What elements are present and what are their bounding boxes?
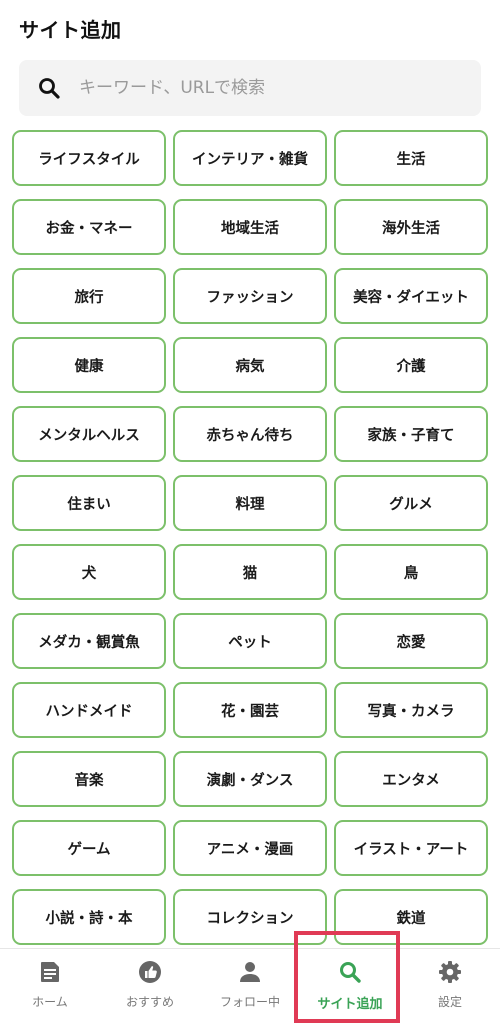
page: サイト追加 ライフスタイルインテリア・雑貨生活お金・マネー地域生活海外生活旅行フ… <box>0 0 500 1026</box>
tab-label: フォロー中 <box>219 995 280 1009</box>
category-button[interactable]: 写真・カメラ <box>334 682 488 738</box>
gear-icon <box>437 959 463 985</box>
category-button[interactable]: お金・マネー <box>12 199 166 255</box>
category-grid: ライフスタイル インテリア・雑貨 生活お金・マネー 地域生活 海外生活旅行 ファッション美… <box>12 130 490 945</box>
category-button[interactable]: 生活 <box>334 130 488 186</box>
category-button[interactable]: アニメ・漫画 <box>173 820 327 876</box>
category-button[interactable]: ゲーム <box>12 820 166 876</box>
category-button[interactable]: 赤ちゃん待ち <box>173 406 327 462</box>
tab-label: ホーム <box>32 995 68 1009</box>
category-button[interactable]: 鉄道 <box>334 889 488 945</box>
category-button[interactable]: ハンドメイド <box>12 682 166 738</box>
category-button[interactable]: ペット <box>173 613 327 669</box>
search-input[interactable] <box>79 78 459 98</box>
category-button[interactable]: インテリア・雑貨 <box>173 130 327 186</box>
tab-label: 設定 <box>437 995 462 1009</box>
category-button[interactable]: 病気 <box>173 337 327 393</box>
category-button[interactable]: 恋愛 <box>334 613 488 669</box>
search-icon <box>19 60 79 116</box>
category-button[interactable]: 花・園芸 <box>173 682 327 738</box>
category-button[interactable]: 料理 <box>173 475 327 531</box>
category-button[interactable]: 音楽 <box>12 751 166 807</box>
search-bar[interactable] <box>19 60 481 116</box>
category-button[interactable]: ファッション <box>173 268 327 324</box>
category-button[interactable]: コレクション <box>173 889 327 945</box>
tab-home[interactable]: ホーム <box>0 949 100 1026</box>
category-button[interactable]: 猫 <box>173 544 327 600</box>
category-button[interactable]: メダカ・観賞魚 <box>12 613 166 669</box>
category-button[interactable]: 地域生活 <box>173 199 327 255</box>
category-button[interactable]: 鳥 <box>334 544 488 600</box>
category-button[interactable]: 小説・詩・本 <box>12 889 166 945</box>
tab-add-site[interactable]: サイト追加 <box>294 931 400 1026</box>
category-button[interactable]: メンタルヘルス <box>12 406 166 462</box>
article-icon <box>37 959 63 985</box>
tab-settings[interactable]: 設定 <box>400 949 500 1026</box>
category-button[interactable]: エンタメ <box>334 751 488 807</box>
category-button[interactable]: 演劇・ダンス <box>173 751 327 807</box>
category-button[interactable]: グルメ <box>334 475 488 531</box>
category-button[interactable]: 住まい <box>12 475 166 531</box>
category-button[interactable]: ライフスタイル <box>12 130 166 186</box>
bottom-tab-bar: ホーム おすすめ フォロー中 サイト追加 設定 <box>0 931 500 1026</box>
page-title: サイト追加 <box>19 18 122 42</box>
category-button[interactable]: 介護 <box>334 337 488 393</box>
person-icon <box>237 959 263 985</box>
tab-following[interactable]: フォロー中 <box>200 949 300 1026</box>
category-button[interactable]: 健康 <box>12 337 166 393</box>
category-button[interactable]: 家族・子育て <box>334 406 488 462</box>
category-button[interactable]: 犬 <box>12 544 166 600</box>
category-button[interactable]: イラスト・アート <box>334 820 488 876</box>
category-button[interactable]: 海外生活 <box>334 199 488 255</box>
tab-label: おすすめ <box>125 995 174 1009</box>
category-list[interactable]: ライフスタイル インテリア・雑貨 生活お金・マネー 地域生活 海外生活旅行 ファッション美… <box>0 128 500 948</box>
tab-label: サイト追加 <box>317 997 383 1012</box>
tab-recommended[interactable]: おすすめ <box>100 949 200 1026</box>
category-button[interactable]: 旅行 <box>12 268 166 324</box>
search-icon <box>337 959 363 985</box>
category-button[interactable]: 美容・ダイエット <box>334 268 488 324</box>
thumbs-up-icon <box>137 959 163 985</box>
